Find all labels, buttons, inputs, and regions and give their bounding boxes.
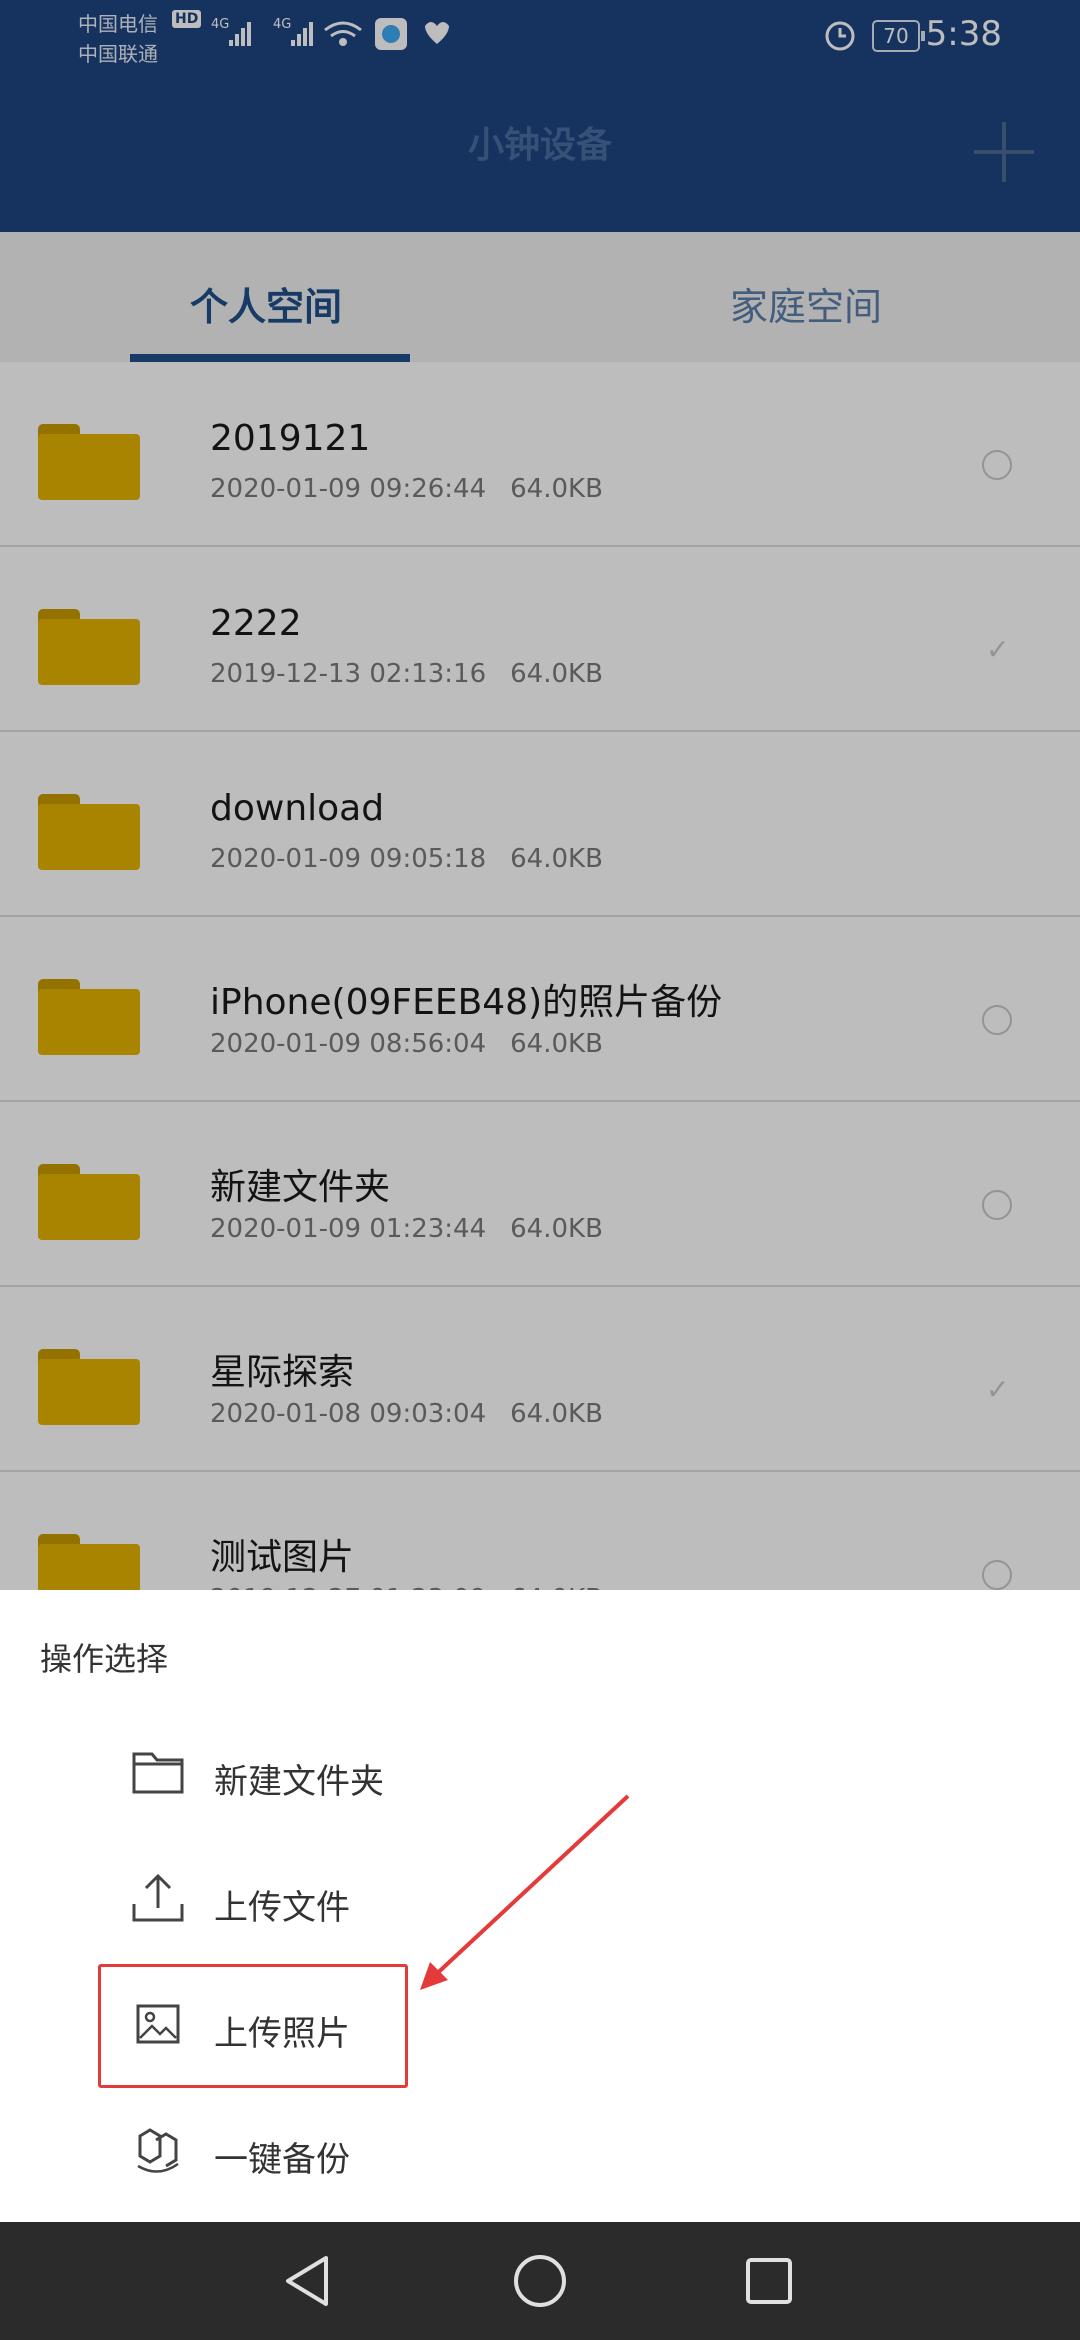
new-folder-label: 新建文件夹 — [214, 1762, 384, 1802]
one-click-backup-action[interactable]: 一键备份 — [130, 2108, 690, 2198]
back-icon[interactable] — [278, 2250, 340, 2312]
backup-icon — [137, 2128, 179, 2173]
upload-icon — [132, 1873, 184, 1922]
new-folder-action[interactable]: 新建文件夹 — [130, 1730, 690, 1820]
home-icon[interactable] — [509, 2250, 571, 2312]
one-click-backup-label: 一键备份 — [214, 2140, 350, 2180]
folder-outline-icon — [132, 1752, 184, 1794]
action-sheet: 操作选择 新建文件夹 上传文件 上传照片 一键备份 — [0, 1590, 1080, 2222]
action-sheet-title: 操作选择 — [40, 1640, 169, 1678]
modal-backdrop[interactable] — [0, 0, 1080, 1590]
annotation-highlight-box — [98, 1964, 408, 2088]
recents-icon[interactable] — [738, 2250, 800, 2312]
upload-file-label: 上传文件 — [214, 1888, 350, 1928]
upload-file-action[interactable]: 上传文件 — [130, 1856, 690, 1946]
system-nav-bar — [0, 2222, 1080, 2340]
